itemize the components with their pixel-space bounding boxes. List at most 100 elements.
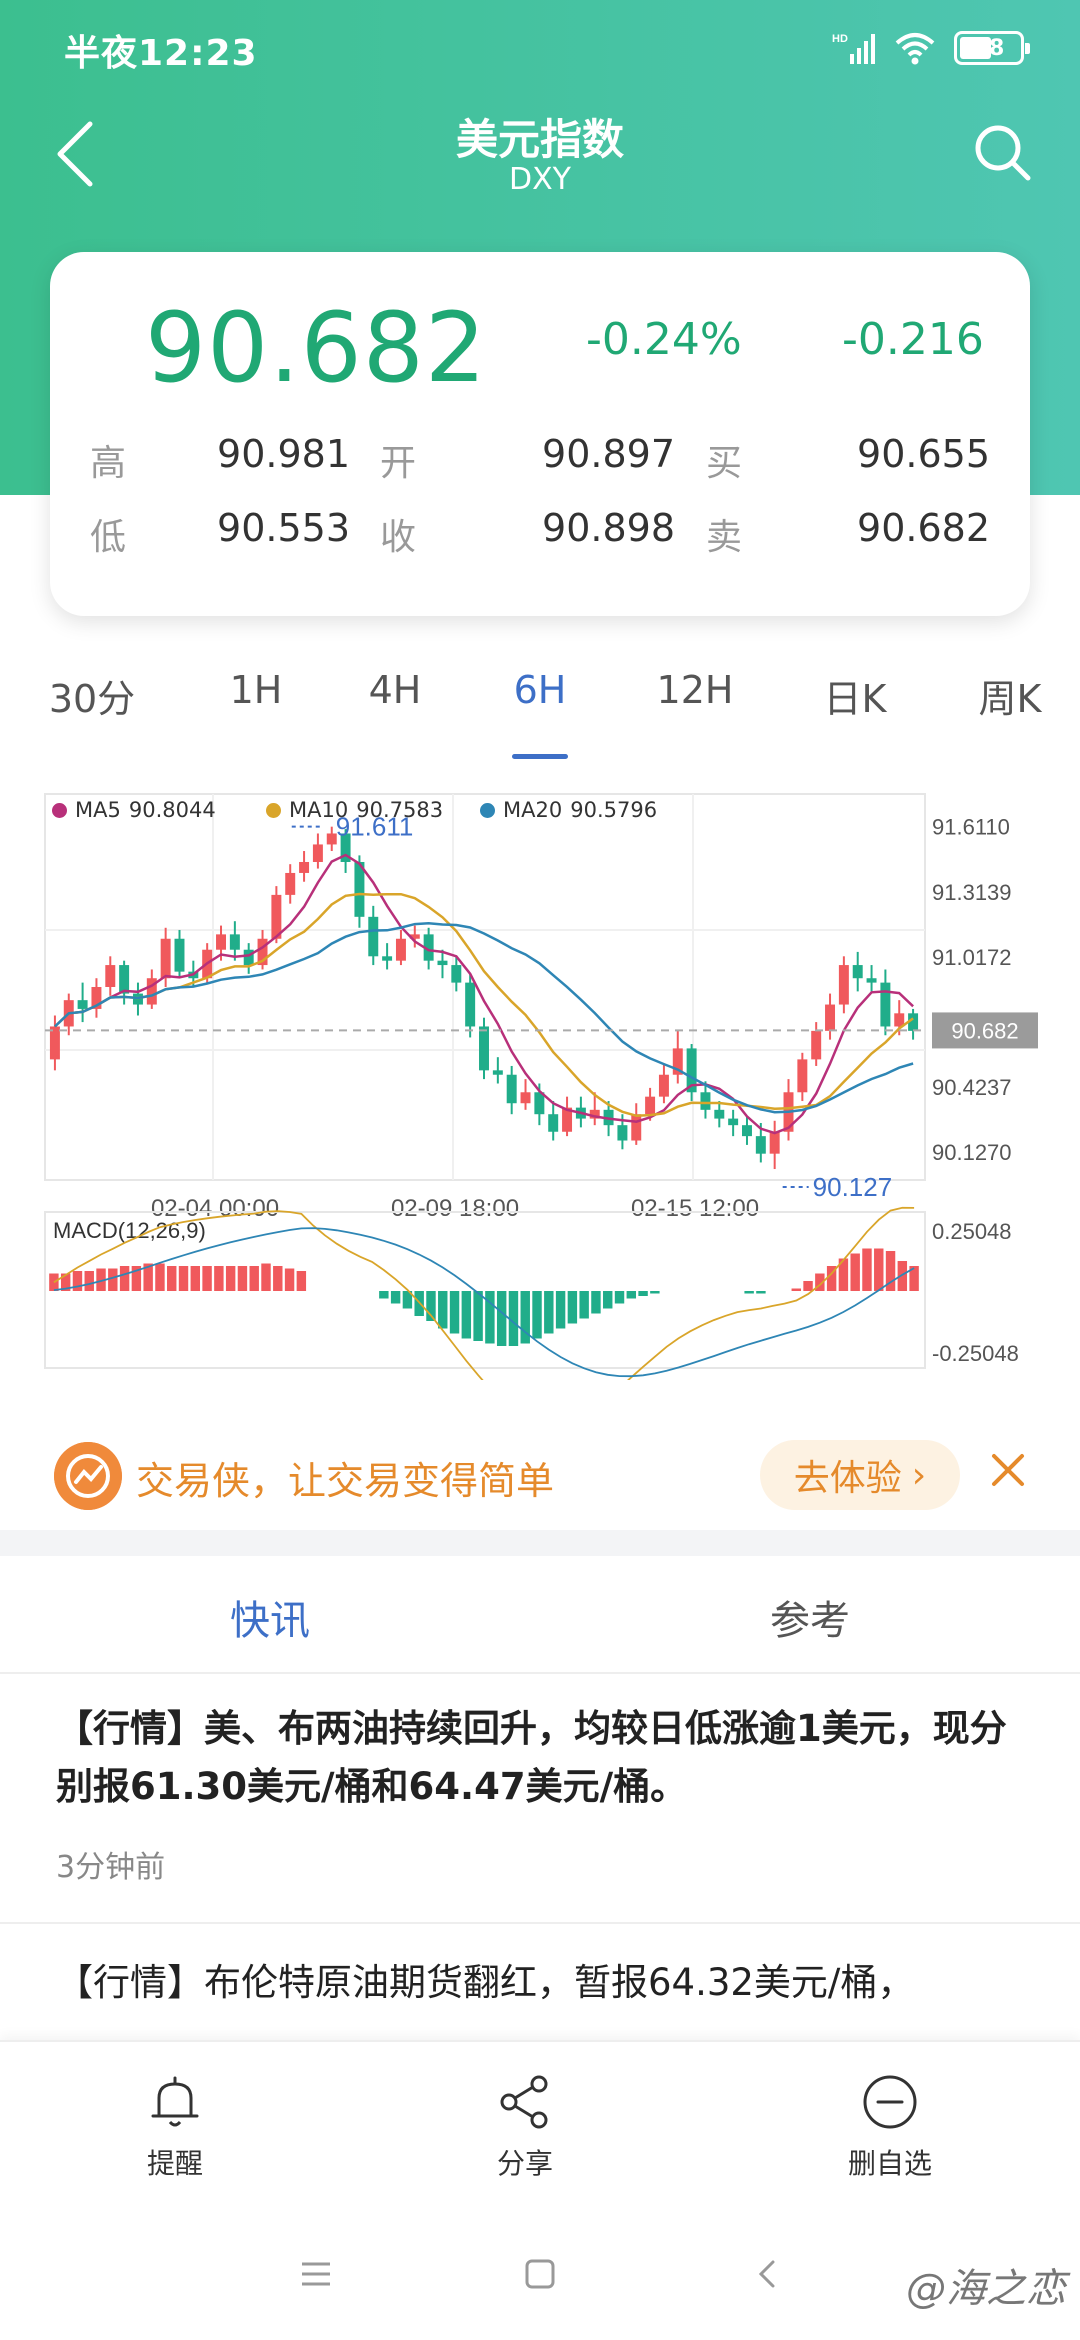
y-tick-label: 90.1270	[932, 1140, 1012, 1165]
macd-bar	[190, 1266, 201, 1291]
news-item[interactable]: 【行情】美、布两油持续回升，均较日低涨逾1美元，现分别报61.30美元/桶和64…	[0, 1700, 1080, 1886]
tab-30min[interactable]: 30分	[22, 668, 162, 723]
macd-bar	[473, 1291, 483, 1341]
candle-body	[880, 982, 891, 1027]
back-icon[interactable]	[755, 2258, 779, 2290]
candle-body	[769, 1131, 780, 1154]
candle-body	[395, 938, 406, 961]
macd-bar	[379, 1291, 389, 1299]
tab-4h[interactable]: 4H	[325, 668, 465, 712]
alert-button[interactable]: 提醒	[75, 2072, 275, 2182]
macd-bar	[626, 1291, 637, 1299]
macd-bar	[555, 1291, 566, 1329]
y-tick-label: 90.4237	[932, 1075, 1012, 1100]
trading-logo-icon	[54, 1442, 122, 1510]
candle-body	[520, 1092, 531, 1104]
legend-ma20: MA20 90.5796	[480, 798, 657, 822]
macd-bar	[178, 1266, 189, 1291]
macd-bar	[390, 1291, 401, 1304]
tab-flash-news[interactable]: 快讯	[0, 1588, 540, 1646]
candle-body	[368, 916, 379, 957]
tab-6h[interactable]: 6H	[470, 668, 610, 712]
macd-bar	[214, 1266, 224, 1291]
signal-icon: HD	[832, 33, 875, 64]
candle-body	[866, 978, 877, 983]
last-price-tag-text: 90.682	[951, 1018, 1018, 1043]
news-tabs: 快讯 参考	[0, 1556, 1080, 1674]
candle-body	[451, 965, 462, 983]
macd-bar	[650, 1291, 660, 1294]
tab-1h[interactable]: 1H	[186, 668, 326, 712]
close-icon[interactable]	[988, 1450, 1028, 1490]
kline-chart-svg: 91.6110 91.3139 91.0172 90.4237 90.1270 90.6…	[44, 793, 1038, 1380]
status-bar: 半夜12:23 HD 48	[0, 0, 1080, 92]
min-price-label: 90.127	[813, 1172, 893, 1202]
legend-ma10: MA10 90.7583	[266, 798, 443, 822]
page-subtitle: DXY	[509, 162, 571, 197]
candle-body	[700, 1092, 711, 1110]
ma10-line	[54, 892, 914, 1117]
macd-bar	[237, 1266, 248, 1291]
news-item[interactable]: 【行情】布伦特原油期货翻红，暂报64.32美元/桶，	[0, 1954, 1080, 2034]
candle-body	[479, 1026, 489, 1071]
ma5-line	[54, 853, 914, 1135]
macd-bar	[850, 1253, 860, 1291]
status-icons: HD 48	[830, 28, 1030, 68]
open-value: 90.897	[542, 432, 675, 476]
home-icon[interactable]	[524, 2258, 556, 2290]
battery-level: 48	[973, 35, 1005, 61]
candle-body	[437, 960, 448, 966]
candle-body	[216, 934, 226, 950]
remove-watchlist-button[interactable]: 删自选	[790, 2072, 990, 2182]
kline-chart[interactable]: 91.6110 91.3139 91.0172 90.4237 90.1270 90.6…	[0, 780, 1080, 1380]
share-icon	[500, 2075, 548, 2129]
news-time: 3分钟前	[56, 1850, 166, 1885]
macd-bar	[496, 1291, 507, 1346]
candle-body	[105, 965, 116, 987]
legend-dot-icon	[266, 802, 281, 818]
menu-icon[interactable]	[300, 2260, 332, 2288]
macd-bar	[167, 1266, 177, 1291]
candle-body	[285, 872, 296, 895]
macd-bar	[544, 1291, 554, 1334]
absolute-change: -0.216	[842, 314, 984, 365]
candle-body	[852, 965, 863, 979]
macd-bar	[532, 1291, 542, 1339]
tab-12h[interactable]: 12H	[625, 668, 765, 712]
candle-body	[755, 1136, 766, 1154]
candle-body	[492, 1070, 503, 1075]
macd-bar	[284, 1268, 295, 1291]
tab-day[interactable]: 日K	[785, 668, 925, 723]
candles-group	[49, 826, 919, 1170]
macd-bar	[225, 1266, 236, 1291]
macd-bar	[249, 1266, 259, 1291]
legend-dot-icon	[52, 802, 67, 818]
legend-ma5-name: MA5	[75, 798, 121, 822]
candle-body	[728, 1118, 739, 1126]
active-tab-indicator	[512, 754, 568, 759]
tab-reference[interactable]: 参考	[540, 1588, 1080, 1646]
x-tick-label: 02-09 18:00	[391, 1195, 519, 1222]
macd-bar	[296, 1271, 307, 1291]
macd-bar	[638, 1291, 648, 1296]
legend-ma20-value: 90.5796	[570, 798, 658, 822]
extreme-markers: 91.611 90.127	[291, 812, 893, 1202]
candle-body	[382, 956, 393, 961]
candle-body	[119, 965, 130, 994]
macd-bar	[756, 1291, 766, 1294]
macd-bar	[119, 1266, 130, 1291]
share-label: 分享	[496, 2147, 553, 2180]
candle-body	[645, 1096, 656, 1115]
share-button[interactable]: 分享	[425, 2072, 625, 2182]
macd-bar	[155, 1263, 165, 1291]
bid-label: 买	[706, 443, 743, 484]
macd-bar	[108, 1268, 118, 1291]
legend-ma10-value: 90.7583	[356, 798, 444, 822]
macd-bar	[579, 1291, 589, 1319]
search-icon[interactable]	[970, 120, 1034, 184]
promo-try-button[interactable]: 去体验 ›	[760, 1440, 960, 1510]
candle-body	[631, 1114, 642, 1141]
macd-bar	[438, 1291, 448, 1329]
tab-week[interactable]: 周K	[940, 668, 1080, 723]
wifi-icon	[895, 33, 935, 65]
